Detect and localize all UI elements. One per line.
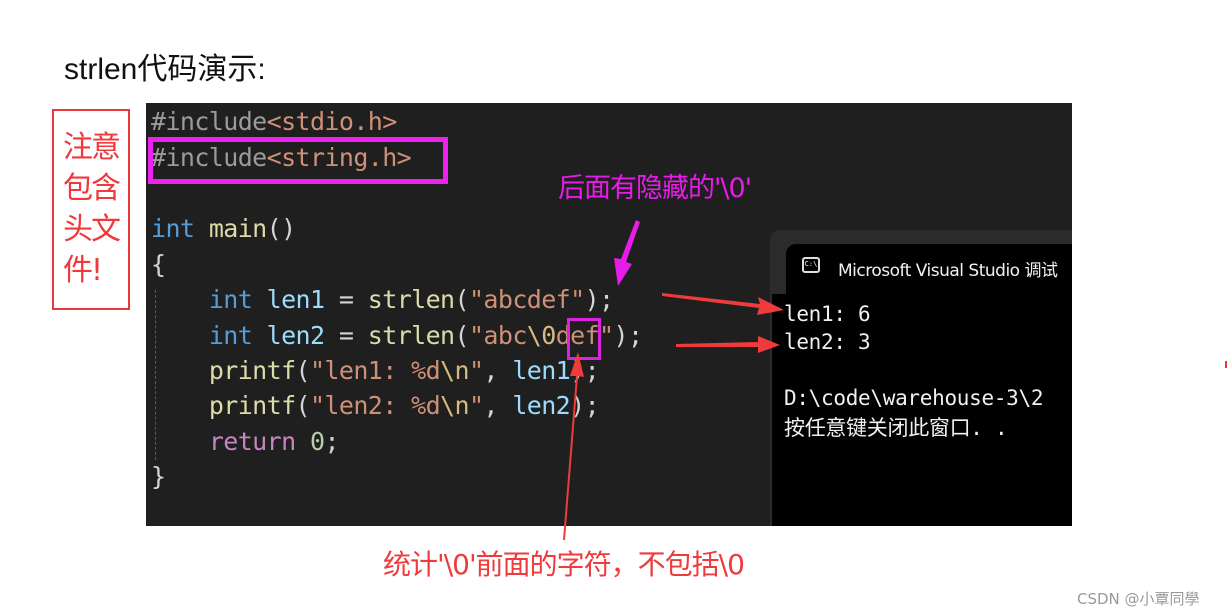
escape-sequence: \n [440, 356, 470, 385]
keyword-return: return [208, 427, 296, 456]
operator: = [324, 285, 368, 314]
punctuation: ); [570, 356, 600, 385]
brace: { [151, 250, 166, 279]
watermark: CSDN @小覃同學 [1077, 590, 1200, 608]
brace: } [151, 462, 166, 491]
punctuation: () [266, 214, 297, 243]
code-line-6: int len1 = strlen("abcdef"); [151, 285, 614, 314]
punctuation: ); [570, 391, 600, 420]
punctuation: ( [295, 356, 311, 385]
output-line: len1: 6 [784, 302, 871, 326]
string-literal: " [468, 356, 484, 385]
console-icon: C:\ [802, 257, 820, 273]
variable: len2 [512, 391, 571, 420]
punctuation: , [483, 391, 513, 420]
punctuation: ( [295, 391, 311, 420]
include-file: <stdio.h> [266, 107, 398, 136]
output-line: len2: 3 [784, 330, 871, 354]
console-window: C:\ Microsoft Visual Studio 调试 len1: 6 l… [770, 230, 1072, 526]
function-name: printf [208, 391, 296, 420]
code-line-4: int main() [151, 214, 296, 243]
punctuation: ); [584, 285, 615, 314]
keyword: int [208, 285, 253, 314]
escape-sequence: \n [440, 391, 470, 420]
output-line: 按任意键关闭此窗口. . [784, 416, 1008, 440]
punctuation: ; [324, 427, 339, 456]
punctuation: , [483, 356, 513, 385]
punctuation: ); [613, 321, 644, 350]
hidden-terminator-label: 后面有隐藏的'\0' [558, 173, 752, 204]
punctuation: ( [454, 321, 470, 350]
code-line-5: { [151, 250, 166, 279]
string-literal: "len2: %d [309, 391, 441, 420]
code-line-10: return 0; [151, 427, 340, 456]
operator: = [324, 321, 368, 350]
punctuation: ( [454, 285, 470, 314]
string-literal: "abcdef" [468, 285, 585, 314]
null-char-highlight-box [567, 318, 601, 360]
keyword: int [151, 214, 195, 243]
code-line-8: printf("len1: %d\n", len1); [151, 356, 600, 385]
number-literal: 0 [309, 427, 325, 456]
code-line-1: #include<stdio.h> [151, 107, 397, 136]
variable: len2 [266, 321, 325, 350]
note-text: 注意包含头文件! [63, 130, 121, 288]
preprocessor: #include [151, 107, 267, 136]
code-line-9: printf("len2: %d\n", len2); [151, 391, 600, 420]
escape-sequence: \0 [526, 321, 557, 350]
code-line-11: } [151, 462, 166, 491]
string-literal: "len1: %d [309, 356, 441, 385]
console-tab[interactable]: C:\ Microsoft Visual Studio 调试 [786, 244, 1072, 294]
page-heading: strlen代码演示: [64, 53, 266, 86]
strlen-explanation-label: 统计'\0'前面的字符，不包括\0 [383, 548, 745, 581]
variable: len1 [266, 285, 325, 314]
red-tick-mark [1225, 361, 1227, 368]
output-line: D:\code\warehouse-3\2 [784, 386, 1044, 410]
string-literal: " [468, 391, 484, 420]
console-title: Microsoft Visual Studio 调试 [838, 261, 1058, 281]
keyword: int [208, 321, 253, 350]
include-highlight-box [148, 137, 448, 184]
function-name: strlen [367, 321, 455, 350]
string-literal: "abc [468, 321, 527, 350]
variable: len1 [512, 356, 571, 385]
function-name: main [208, 214, 267, 243]
function-name: printf [208, 356, 296, 385]
include-header-note: 注意包含头文件! [52, 109, 130, 310]
function-name: strlen [367, 285, 455, 314]
console-output: len1: 6 len2: 3 D:\code\warehouse-3\2 按任… [772, 294, 1072, 526]
